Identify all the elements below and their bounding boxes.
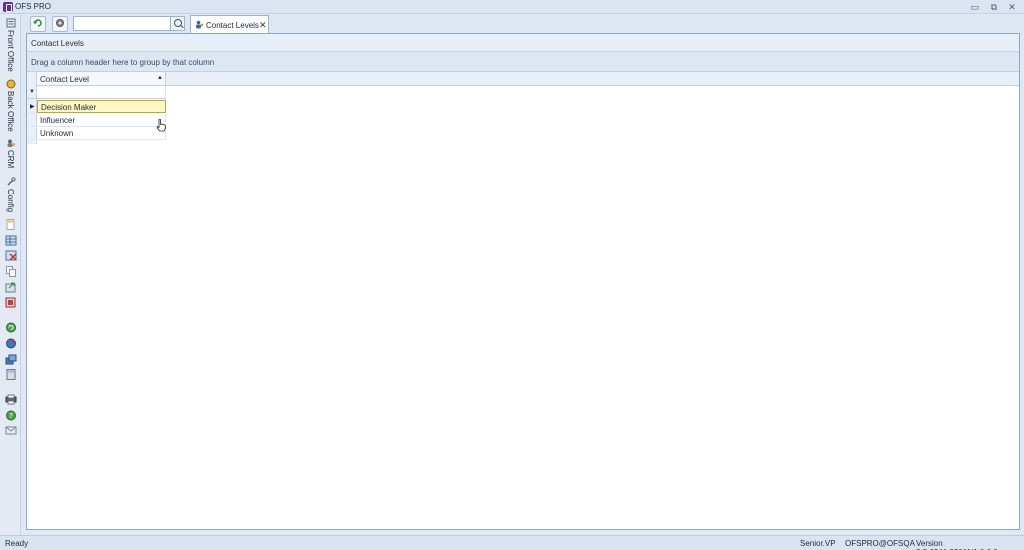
email-icon[interactable] [5, 425, 17, 436]
new-document-icon[interactable] [5, 219, 17, 230]
restore-button[interactable]: ⧉ [988, 2, 1000, 12]
status-database: OFSPRO@OFSQA [845, 539, 915, 548]
nav-tab-label: Config [6, 189, 15, 213]
title-bar: OFS PRO ▭ ⧉ ✕ [0, 0, 1024, 14]
contacts-icon [195, 20, 204, 29]
table-cell[interactable]: Unknown [37, 127, 166, 140]
sort-ascending-icon: ▲ [157, 75, 163, 81]
tab-label: Contact Levels [206, 21, 259, 30]
content-panel: Contact Levels Drag a column header here… [26, 33, 1020, 530]
help-icon[interactable]: ? [5, 410, 17, 421]
filter-icon[interactable]: ▼ [29, 89, 35, 95]
column-header-label: Contact Level [40, 75, 89, 84]
calculator-icon[interactable] [5, 369, 17, 381]
nav-tab-front-office[interactable]: Front Office [2, 18, 19, 72]
app-title: OFS PRO [15, 2, 52, 11]
copy-icon[interactable] [5, 266, 17, 278]
filter-cell[interactable] [37, 86, 166, 98]
search-button[interactable] [170, 16, 185, 31]
refresh-button[interactable] [30, 16, 46, 32]
side-toolbar: ? [2, 219, 20, 441]
grid-icon[interactable] [5, 235, 17, 246]
refresh-icon [33, 19, 42, 27]
nav-tab-back-office[interactable]: Back Office [2, 79, 19, 132]
crm-icon [5, 138, 17, 148]
table-row[interactable]: Influencer [27, 114, 166, 127]
nav-tab-crm[interactable]: CRM [2, 138, 19, 168]
table-row[interactable]: Unknown [27, 127, 166, 140]
front-office-icon [5, 18, 17, 28]
group-by-panel[interactable]: Drag a column header here to group by th… [27, 52, 1019, 72]
minimize-button[interactable]: ▭ [969, 2, 981, 12]
nav-tab-label: Back Office [6, 91, 15, 132]
status-text: Ready [5, 539, 29, 548]
row-indicator-icon: ▶ [30, 104, 35, 110]
panel-title: Contact Levels [31, 39, 84, 48]
back-office-icon [5, 79, 17, 89]
svg-text:?: ? [9, 412, 13, 420]
main-toolbar: Contact Levels ✕ [21, 15, 1024, 34]
nav-tab-label: Front Office [6, 30, 15, 72]
status-bar: Ready Senior.VP OFSPRO@OFSQA Version 2.3… [0, 535, 1024, 550]
panel-header: Contact Levels [27, 34, 1019, 52]
search-input[interactable] [73, 16, 171, 31]
gear-icon [56, 19, 64, 27]
status-user: Senior.VP [800, 539, 836, 548]
nav-tab-label: CRM [6, 150, 15, 169]
grid-header-row [27, 72, 1019, 86]
table-cell[interactable]: Influencer [37, 114, 166, 127]
report-icon[interactable] [5, 297, 17, 308]
left-navigation: Front Office Back Office CRM Config ? [0, 15, 21, 535]
app-logo-icon [3, 2, 13, 12]
grid-delete-icon[interactable] [5, 250, 17, 261]
refresh-green-icon[interactable] [5, 322, 17, 333]
status-version: Version 2.3.6241.22611/1.0.0.0 [916, 539, 998, 550]
table-cell[interactable]: Decision Maker [37, 100, 166, 113]
hand-cursor-icon [155, 118, 167, 132]
config-icon [5, 177, 17, 187]
globe-icon[interactable] [5, 338, 17, 349]
table-row[interactable]: ▶ Decision Maker [27, 100, 166, 113]
tab-contact-levels[interactable]: Contact Levels ✕ [190, 15, 269, 34]
auto-filter-row: ▼ [27, 86, 166, 99]
close-window-button[interactable]: ✕ [1006, 2, 1018, 12]
nav-tab-config[interactable]: Config [2, 177, 19, 212]
printer-icon[interactable] [5, 394, 17, 405]
settings-button[interactable] [52, 16, 68, 32]
group-by-hint: Drag a column header here to group by th… [31, 58, 215, 67]
layers-icon[interactable] [5, 354, 17, 365]
column-header-contact-level[interactable]: Contact Level ▲ [37, 72, 166, 86]
export-icon[interactable] [5, 282, 17, 293]
tab-close-icon[interactable]: ✕ [259, 20, 267, 31]
